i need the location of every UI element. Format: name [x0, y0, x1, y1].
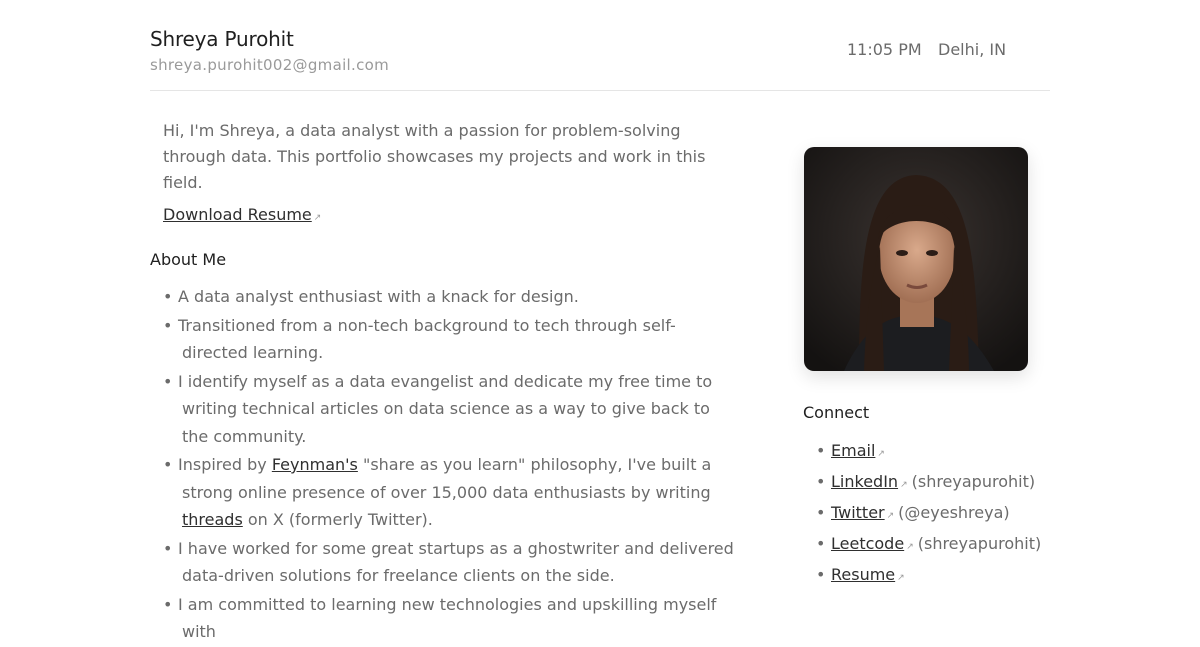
list-item: I am committed to learning new technolog…: [150, 591, 740, 646]
site-header: Shreya Purohit shreya.purohit002@gmail.c…: [150, 0, 1050, 91]
connect-list: Email↗ LinkedIn↗(shreyapurohit) Twitter↗…: [803, 438, 1041, 593]
external-link-icon: ↗: [906, 542, 914, 552]
list-item: Inspired by Feynman's "share as you lear…: [150, 451, 740, 534]
connect-heading: Connect: [803, 403, 870, 422]
connect-item-leetcode: Leetcode↗(shreyapurohit): [803, 531, 1041, 562]
list-item-text: on X (formerly Twitter).: [242, 510, 433, 529]
list-item: I identify myself as a data evangelist a…: [150, 368, 740, 451]
leetcode-handle: (shreyapurohit): [917, 534, 1042, 553]
twitter-link[interactable]: Twitter: [831, 503, 885, 522]
portrait-image: [804, 147, 1028, 371]
linkedin-handle: (shreyapurohit): [911, 472, 1036, 491]
leetcode-link[interactable]: Leetcode: [831, 534, 904, 553]
about-list: A data analyst enthusiast with a knack f…: [150, 283, 740, 646]
connect-item-linkedin: LinkedIn↗(shreyapurohit): [803, 469, 1041, 500]
list-item: I have worked for some great startups as…: [150, 535, 740, 590]
download-resume-label: Download Resume: [163, 205, 312, 224]
feynman-link[interactable]: Feynman's: [272, 455, 358, 474]
intro-text: Hi, I'm Shreya, a data analyst with a pa…: [163, 121, 706, 192]
location: Delhi, IN: [938, 40, 1007, 59]
main-content: Hi, I'm Shreya, a data analyst with a pa…: [150, 118, 740, 647]
connect-item-resume: Resume↗: [803, 562, 1041, 593]
external-link-icon: ↗: [897, 573, 905, 583]
twitter-handle: (@eyeshreya): [898, 503, 1010, 522]
external-link-icon: ↗: [886, 511, 895, 521]
linkedin-link[interactable]: LinkedIn: [831, 472, 898, 491]
external-link-icon: ↗: [877, 449, 885, 459]
list-item: A data analyst enthusiast with a knack f…: [150, 283, 740, 311]
about-heading: About Me: [150, 250, 227, 269]
external-link-icon: ↗: [313, 213, 322, 223]
profile-photo: [804, 147, 1028, 371]
header-email: shreya.purohit002@gmail.com: [150, 56, 390, 74]
email-link[interactable]: Email: [831, 441, 875, 460]
local-time: 11:05 PM: [847, 40, 922, 59]
list-item: Transitioned from a non-tech background …: [150, 312, 740, 367]
download-resume-link[interactable]: Download Resume ↗: [163, 202, 321, 231]
list-item-text: Inspired by: [178, 455, 272, 474]
site-owner-name: Shreya Purohit: [150, 27, 294, 51]
connect-item-twitter: Twitter↗(@eyeshreya): [803, 500, 1041, 531]
resume-link[interactable]: Resume: [831, 565, 895, 584]
threads-link[interactable]: threads: [182, 510, 243, 529]
external-link-icon: ↗: [900, 480, 908, 490]
connect-item-email: Email↗: [803, 438, 1041, 469]
